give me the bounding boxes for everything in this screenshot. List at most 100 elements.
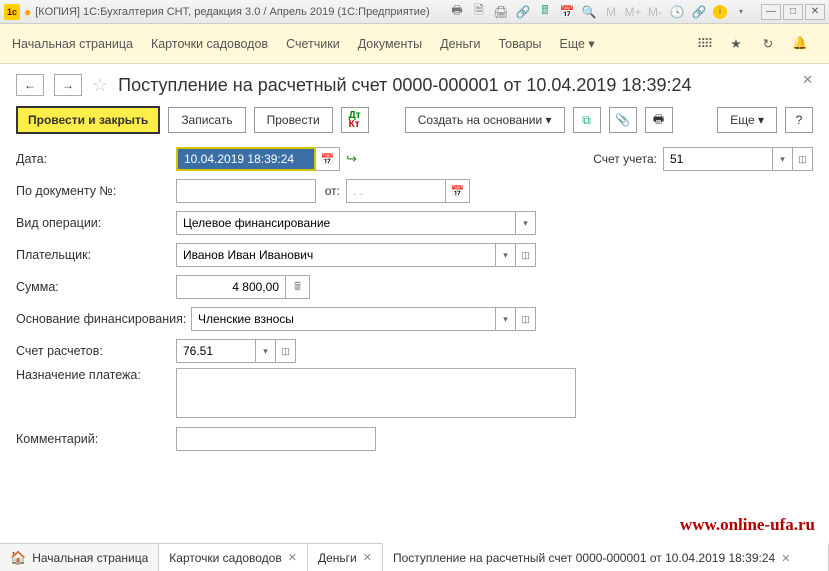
print-doc-button[interactable]: 🖶 — [645, 107, 673, 133]
purpose-label: Назначение платежа: — [16, 368, 176, 382]
mminus-icon[interactable]: M- — [647, 4, 663, 20]
menu-home[interactable]: Начальная страница — [12, 37, 133, 51]
close-icon[interactable]: ✕ — [363, 551, 372, 564]
settle-input[interactable] — [176, 339, 256, 363]
payer-open-icon[interactable]: ◫ — [516, 243, 536, 267]
date-picker-icon[interactable]: 📅 — [316, 147, 340, 171]
comment-label: Комментарий: — [16, 432, 176, 446]
save-button[interactable]: Записать — [168, 107, 245, 133]
calculator-icon[interactable]: 🖩 — [286, 275, 310, 299]
print-icon[interactable]: 🖶 — [449, 4, 465, 20]
settle-open-icon[interactable]: ◫ — [276, 339, 296, 363]
close-icon[interactable]: ✕ — [288, 551, 297, 564]
payer-label: Плательщик: — [16, 248, 176, 262]
account-dropdown-icon[interactable]: ▾ — [773, 147, 793, 171]
tab-money-label: Деньги — [318, 551, 357, 565]
settle-label: Счет расчетов: — [16, 344, 176, 358]
bullet-icon: ● — [24, 5, 31, 19]
print2-icon[interactable]: 🖨 — [493, 4, 509, 20]
tab-cards[interactable]: Карточки садоводов ✕ — [159, 544, 308, 571]
doc-toolbar: Провести и закрыть Записать Провести ДтК… — [0, 102, 829, 144]
watermark-text: www.online-ufa.ru — [680, 515, 815, 535]
optype-label: Вид операции: — [16, 216, 176, 230]
zoom-icon[interactable]: 🔍 — [581, 4, 597, 20]
account-input[interactable] — [663, 147, 773, 171]
dtkt-button[interactable]: ДтКт — [341, 107, 369, 133]
close-window-button[interactable]: ✕ — [805, 4, 825, 20]
window-titlebar: 1c ● [КОПИЯ] 1С:Бухгалтерия СНТ, редакци… — [0, 0, 829, 24]
from-date-input[interactable] — [346, 179, 446, 203]
maximize-button[interactable]: □ — [783, 4, 803, 20]
menu-cards[interactable]: Карточки садоводов — [151, 37, 268, 51]
date-input[interactable] — [176, 147, 316, 171]
m-icon[interactable]: M — [603, 4, 619, 20]
payer-dropdown-icon[interactable]: ▾ — [496, 243, 516, 267]
tab-money[interactable]: Деньги ✕ — [308, 544, 383, 571]
menu-documents[interactable]: Документы — [358, 37, 422, 51]
star-icon[interactable]: ★ — [727, 35, 745, 53]
nav-forward-button[interactable]: → — [54, 74, 82, 96]
from-date-picker-icon[interactable]: 📅 — [446, 179, 470, 203]
minimize-button[interactable]: — — [761, 4, 781, 20]
app-icon: 1c — [4, 4, 20, 20]
tab-current-doc[interactable]: Поступление на расчетный счет 0000-00000… — [383, 543, 829, 571]
info-dropdown-icon[interactable]: ▾ — [733, 4, 749, 20]
titlebar-toolbar: 🖶 🗎 🖨 🔗 🖩 📅 🔍 M M+ M- 🕓 🔗 i ▾ — [449, 4, 749, 20]
menu-goods[interactable]: Товары — [499, 37, 542, 51]
link2-icon[interactable]: 🔗 — [691, 4, 707, 20]
info-icon[interactable]: i — [713, 5, 727, 19]
doc-icon[interactable]: 🗎 — [471, 4, 487, 20]
optype-input[interactable] — [176, 211, 516, 235]
calc-icon[interactable]: 🖩 — [537, 4, 553, 20]
basis-input[interactable] — [191, 307, 496, 331]
tab-home-label: Начальная страница — [32, 551, 148, 565]
bell-icon[interactable]: 🔔 — [791, 35, 809, 53]
sum-label: Сумма: — [16, 280, 176, 294]
menu-counters[interactable]: Счетчики — [286, 37, 340, 51]
menu-money[interactable]: Деньги — [440, 37, 480, 51]
comment-input[interactable] — [176, 427, 376, 451]
settle-dropdown-icon[interactable]: ▾ — [256, 339, 276, 363]
main-menu: Начальная страница Карточки садоводов Сч… — [0, 24, 829, 64]
menu-more[interactable]: Еще ▾ — [560, 36, 595, 51]
optype-dropdown-icon[interactable]: ▾ — [516, 211, 536, 235]
clock-icon[interactable]: 🕓 — [669, 4, 685, 20]
docnum-input[interactable] — [176, 179, 316, 203]
purpose-textarea[interactable] — [176, 368, 576, 418]
account-label: Счет учета: — [593, 152, 657, 166]
post-and-close-button[interactable]: Провести и закрыть — [16, 106, 160, 134]
payer-input[interactable] — [176, 243, 496, 267]
basis-label: Основание финансирования: — [16, 312, 191, 326]
tab-home[interactable]: 🏠 Начальная страница — [0, 544, 159, 571]
close-icon[interactable]: ✕ — [781, 552, 790, 565]
home-icon: 🏠 — [10, 550, 26, 566]
apps-icon[interactable]: ⠿⠿ — [695, 35, 713, 53]
help-button[interactable]: ? — [785, 107, 813, 133]
form-body: Дата: 📅 ↪ Счет учета: ▾ ◫ По документу №… — [0, 144, 829, 454]
nav-back-button[interactable]: ← — [16, 74, 44, 96]
from-label: от: — [316, 184, 346, 198]
doc-title: Поступление на расчетный счет 0000-00000… — [118, 75, 691, 96]
docnum-label: По документу №: — [16, 184, 176, 198]
struct-button[interactable]: ⧉ — [573, 107, 601, 133]
mplus-icon[interactable]: M+ — [625, 4, 641, 20]
tab-cards-label: Карточки садоводов — [169, 551, 281, 565]
tab-doc-label: Поступление на расчетный счет 0000-00000… — [393, 551, 775, 565]
bottom-tabbar: 🏠 Начальная страница Карточки садоводов … — [0, 543, 829, 571]
account-open-icon[interactable]: ◫ — [793, 147, 813, 171]
date-label: Дата: — [16, 152, 176, 166]
post-button[interactable]: Провести — [254, 107, 333, 133]
create-based-on-button[interactable]: Создать на основании ▾ — [405, 107, 565, 133]
doc-header: ← → ☆ Поступление на расчетный счет 0000… — [0, 64, 829, 102]
history-icon[interactable]: ↻ — [759, 35, 777, 53]
basis-dropdown-icon[interactable]: ▾ — [496, 307, 516, 331]
favorite-star-icon[interactable]: ☆ — [92, 75, 108, 96]
refresh-icon[interactable]: ↪ — [346, 151, 357, 167]
close-doc-button[interactable]: ✕ — [802, 72, 813, 88]
basis-open-icon[interactable]: ◫ — [516, 307, 536, 331]
link-icon[interactable]: 🔗 — [515, 4, 531, 20]
toolbar-more-button[interactable]: Еще ▾ — [717, 107, 777, 133]
attach-button[interactable]: 📎 — [609, 107, 637, 133]
calendar-icon[interactable]: 📅 — [559, 4, 575, 20]
sum-input[interactable] — [176, 275, 286, 299]
